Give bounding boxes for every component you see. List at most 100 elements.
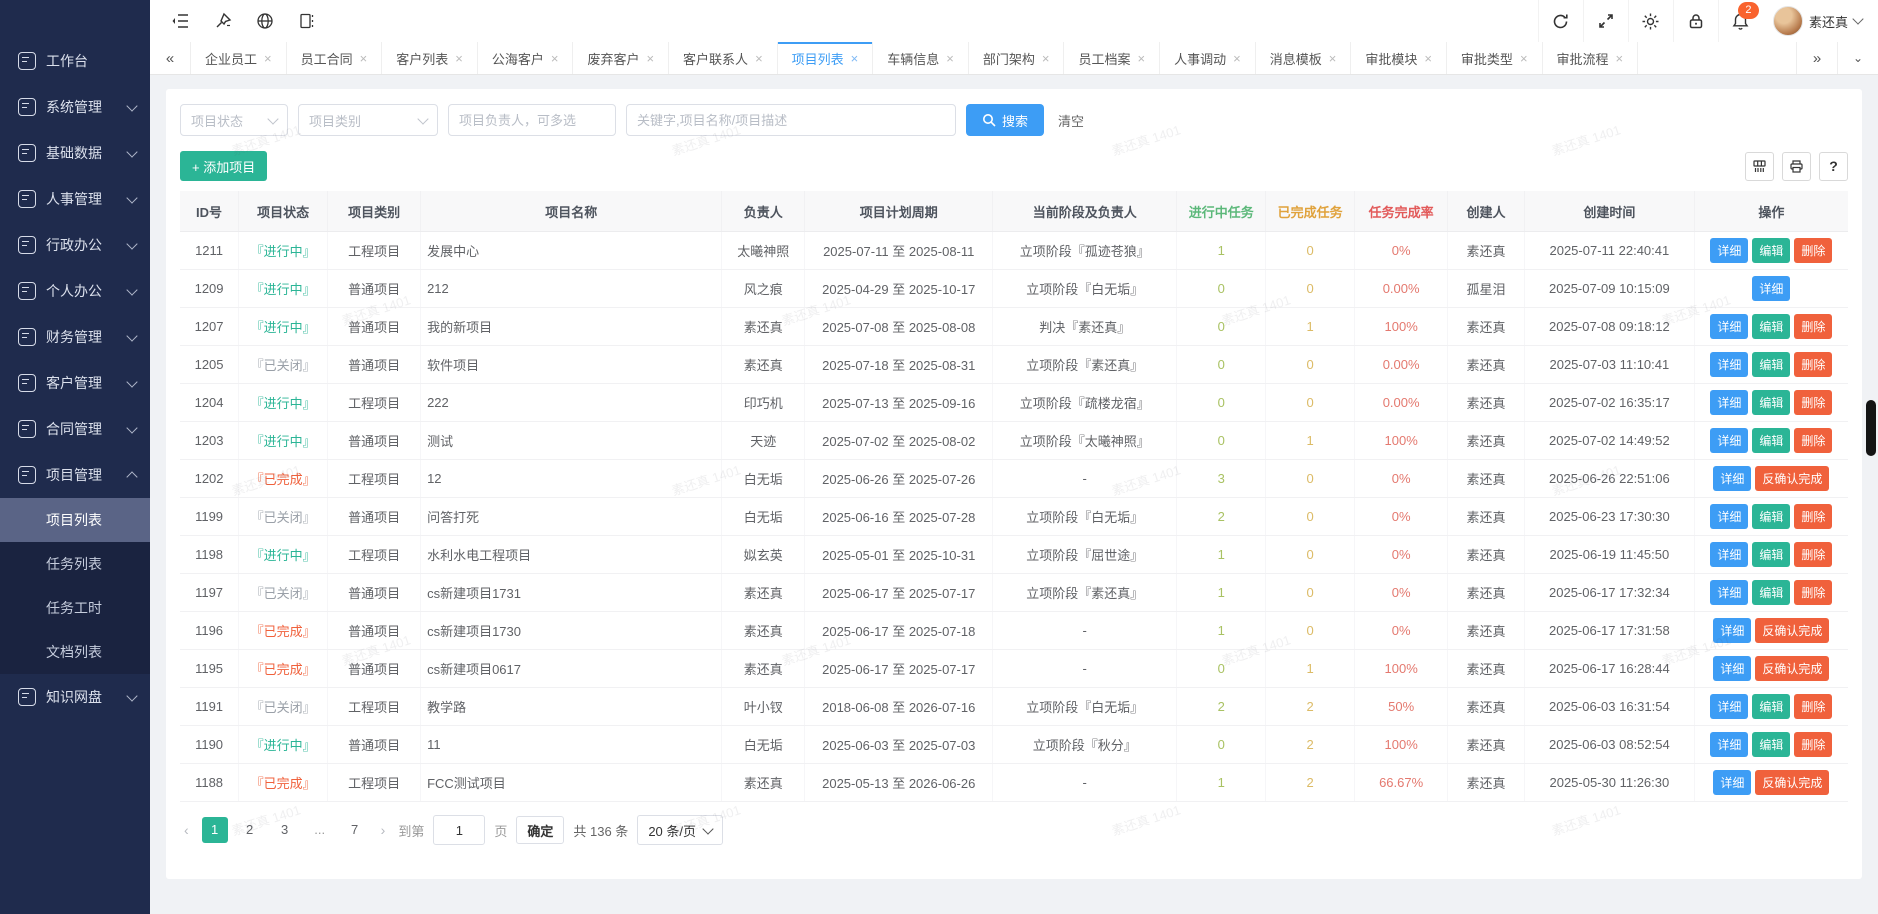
unconfirm-button[interactable]: 反确认完成 [1755, 618, 1829, 643]
sidebar-item-workbench[interactable]: 工作台 [0, 38, 150, 84]
detail-button[interactable]: 详细 [1710, 732, 1748, 757]
project-category-select[interactable]: 项目类别 [298, 104, 438, 136]
delete-button[interactable]: 删除 [1794, 314, 1832, 339]
page-number-2[interactable]: 2 [237, 817, 263, 843]
detail-button[interactable]: 详细 [1713, 656, 1751, 681]
tab-客户列表[interactable]: 客户列表× [382, 42, 478, 74]
language-globe-icon[interactable] [246, 0, 284, 42]
goto-confirm-button[interactable]: 确定 [516, 816, 564, 844]
close-tab-icon[interactable]: × [1042, 51, 1050, 66]
close-tab-icon[interactable]: × [646, 51, 654, 66]
prev-page-icon[interactable]: ‹ [180, 822, 193, 838]
close-tab-icon[interactable]: × [1520, 51, 1528, 66]
column-settings-icon[interactable] [1745, 152, 1774, 181]
delete-button[interactable]: 删除 [1794, 238, 1832, 263]
delete-button[interactable]: 删除 [1794, 504, 1832, 529]
edit-button[interactable]: 编辑 [1752, 390, 1790, 415]
delete-button[interactable]: 删除 [1794, 390, 1832, 415]
add-project-button[interactable]: + 添加项目 [180, 151, 267, 181]
tab-员工合同[interactable]: 员工合同× [287, 42, 383, 74]
tab-审批模块[interactable]: 审批模块× [1351, 42, 1447, 74]
fullscreen-icon[interactable] [1583, 0, 1628, 42]
close-tab-icon[interactable]: × [1329, 51, 1337, 66]
goto-page-input[interactable] [433, 815, 485, 845]
close-tab-icon[interactable]: × [851, 51, 859, 66]
sidebar-item-customer[interactable]: 客户管理 [0, 360, 150, 406]
unconfirm-button[interactable]: 反确认完成 [1755, 770, 1829, 795]
tab-车辆信息[interactable]: 车辆信息× [873, 42, 969, 74]
edit-button[interactable]: 编辑 [1752, 580, 1790, 605]
close-tab-icon[interactable]: × [360, 51, 368, 66]
sidebar-item-project[interactable]: 项目管理 [0, 452, 150, 498]
edit-button[interactable]: 编辑 [1752, 694, 1790, 719]
close-tab-icon[interactable]: × [264, 51, 272, 66]
close-tab-icon[interactable]: × [1424, 51, 1432, 66]
delete-button[interactable]: 删除 [1794, 732, 1832, 757]
notifications-bell-icon[interactable]: 2 [1718, 0, 1763, 42]
page-number-7[interactable]: 7 [342, 817, 368, 843]
delete-button[interactable]: 删除 [1794, 580, 1832, 605]
settings-gear-icon[interactable] [1628, 0, 1673, 42]
sidebar-item-finance[interactable]: 财务管理 [0, 314, 150, 360]
sidebar-item-hr[interactable]: 人事管理 [0, 176, 150, 222]
edit-button[interactable]: 编辑 [1752, 428, 1790, 453]
user-menu[interactable]: 素还真 [1763, 6, 1878, 36]
page-number-1[interactable]: 1 [202, 817, 228, 843]
delete-button[interactable]: 删除 [1794, 428, 1832, 453]
lock-icon[interactable] [1673, 0, 1718, 42]
detail-button[interactable]: 详细 [1710, 352, 1748, 377]
unconfirm-button[interactable]: 反确认完成 [1755, 466, 1829, 491]
sidebar-item-personal-office[interactable]: 个人办公 [0, 268, 150, 314]
tab-企业员工[interactable]: 企业员工× [191, 42, 287, 74]
close-tab-icon[interactable]: × [1233, 51, 1241, 66]
page-number-3[interactable]: 3 [272, 817, 298, 843]
help-icon[interactable]: ? [1819, 152, 1848, 181]
tab-员工档案[interactable]: 员工档案× [1064, 42, 1160, 74]
refresh-icon[interactable] [1538, 0, 1583, 42]
edit-button[interactable]: 编辑 [1752, 732, 1790, 757]
detail-button[interactable]: 详细 [1710, 390, 1748, 415]
format-brush-icon[interactable] [204, 0, 242, 42]
detail-button[interactable]: 详细 [1713, 770, 1751, 795]
tab-审批类型[interactable]: 审批类型× [1447, 42, 1543, 74]
tab-人事调动[interactable]: 人事调动× [1160, 42, 1256, 74]
sidebar-item-knowledge-disk[interactable]: 知识网盘 [0, 674, 150, 720]
close-tab-icon[interactable]: × [1616, 51, 1624, 66]
detail-button[interactable]: 详细 [1710, 504, 1748, 529]
tabs-scroll-left-icon[interactable]: « [150, 42, 191, 74]
unconfirm-button[interactable]: 反确认完成 [1755, 656, 1829, 681]
edit-button[interactable]: 编辑 [1752, 352, 1790, 377]
detail-button[interactable]: 详细 [1710, 580, 1748, 605]
detail-button[interactable]: 详细 [1710, 314, 1748, 339]
tab-客户联系人[interactable]: 客户联系人× [669, 42, 778, 74]
search-button[interactable]: 搜索 [966, 104, 1044, 136]
detail-button[interactable]: 详细 [1710, 428, 1748, 453]
sidebar-item-contract[interactable]: 合同管理 [0, 406, 150, 452]
project-status-select[interactable]: 项目状态 [180, 104, 288, 136]
sidebar-item-base-data[interactable]: 基础数据 [0, 130, 150, 176]
sidebar-subitem-doc-list[interactable]: 文档列表 [0, 630, 150, 674]
close-tab-icon[interactable]: × [946, 51, 954, 66]
tabs-menu-icon[interactable]: ⌄ [1837, 42, 1878, 74]
detail-button[interactable]: 详细 [1713, 618, 1751, 643]
delete-button[interactable]: 删除 [1794, 352, 1832, 377]
edit-button[interactable]: 编辑 [1752, 314, 1790, 339]
sidebar-item-system[interactable]: 系统管理 [0, 84, 150, 130]
vertical-scrollbar-thumb[interactable] [1866, 400, 1876, 456]
close-tab-icon[interactable]: × [551, 51, 559, 66]
project-owner-input[interactable] [448, 104, 616, 136]
keyword-input[interactable] [626, 104, 956, 136]
sidebar-subitem-task-list[interactable]: 任务列表 [0, 542, 150, 586]
layout-columns-icon[interactable] [288, 0, 326, 42]
clear-filters-link[interactable]: 清空 [1058, 111, 1084, 130]
collapse-menu-icon[interactable] [162, 0, 200, 42]
sidebar-subitem-task-hours[interactable]: 任务工时 [0, 586, 150, 630]
tab-消息模板[interactable]: 消息模板× [1256, 42, 1352, 74]
detail-button[interactable]: 详细 [1710, 694, 1748, 719]
edit-button[interactable]: 编辑 [1752, 542, 1790, 567]
tab-废弃客户[interactable]: 废弃客户× [573, 42, 669, 74]
tab-公海客户[interactable]: 公海客户× [478, 42, 574, 74]
sidebar-subitem-project-list[interactable]: 项目列表 [0, 498, 150, 542]
delete-button[interactable]: 删除 [1794, 694, 1832, 719]
page-size-select[interactable]: 20 条/页 [637, 815, 723, 845]
